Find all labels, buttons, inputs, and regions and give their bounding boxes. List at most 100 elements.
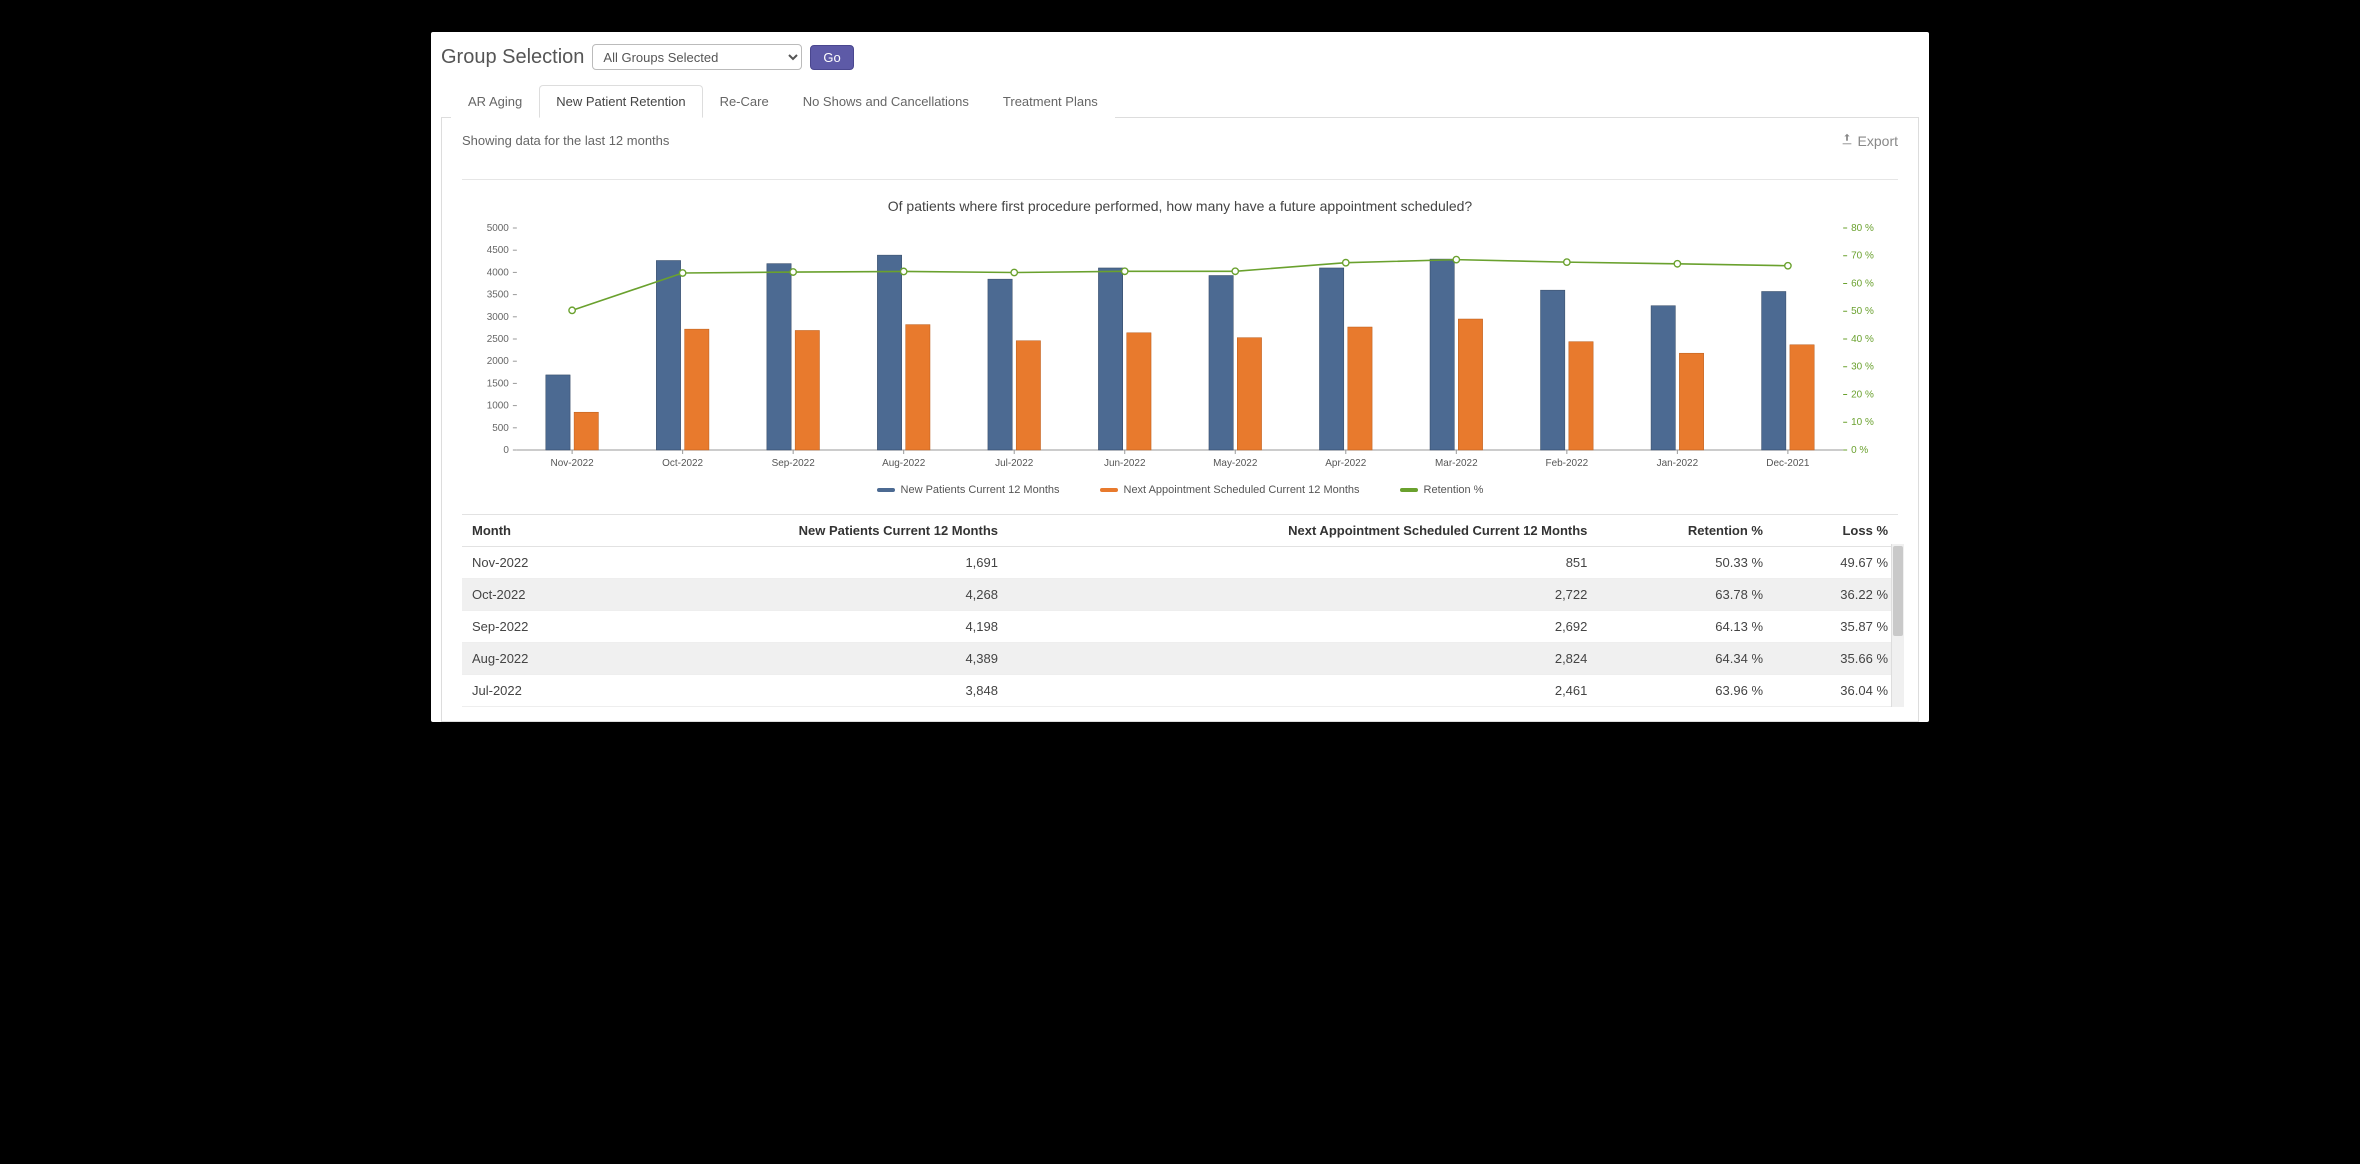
col-next[interactable]: Next Appointment Scheduled Current 12 Mo… bbox=[1008, 515, 1597, 547]
svg-text:Mar-2022: Mar-2022 bbox=[1435, 458, 1478, 469]
table-row: Nov-20221,69185150.33 %49.67 % bbox=[462, 547, 1898, 579]
cell-next: 2,824 bbox=[1008, 643, 1597, 675]
table-row: Aug-20224,3892,82464.34 %35.66 % bbox=[462, 643, 1898, 675]
svg-text:Nov-2022: Nov-2022 bbox=[551, 458, 595, 469]
cell-next: 851 bbox=[1008, 547, 1597, 579]
svg-text:20 %: 20 % bbox=[1851, 389, 1874, 400]
svg-text:60 %: 60 % bbox=[1851, 278, 1874, 289]
export-icon bbox=[1840, 132, 1854, 149]
legend-swatch-new bbox=[877, 488, 895, 492]
export-label: Export bbox=[1858, 133, 1898, 149]
tab-treatment-plans[interactable]: Treatment Plans bbox=[986, 85, 1115, 118]
table-row: Oct-20224,2682,72263.78 %36.22 % bbox=[462, 579, 1898, 611]
svg-text:80 %: 80 % bbox=[1851, 223, 1874, 234]
cell-next: 2,722 bbox=[1008, 579, 1597, 611]
go-button[interactable]: Go bbox=[810, 45, 853, 70]
legend-item-next[interactable]: Next Appointment Scheduled Current 12 Mo… bbox=[1100, 484, 1360, 496]
svg-text:3500: 3500 bbox=[487, 290, 510, 301]
legend-swatch-retention bbox=[1400, 488, 1418, 492]
cell-loss: 36.04 % bbox=[1773, 675, 1898, 707]
table-header-row: Month New Patients Current 12 Months Nex… bbox=[462, 515, 1898, 547]
svg-text:Feb-2022: Feb-2022 bbox=[1546, 458, 1589, 469]
svg-text:4000: 4000 bbox=[487, 267, 510, 278]
cell-month: Jul-2022 bbox=[462, 675, 603, 707]
cell-next: 2,461 bbox=[1008, 675, 1597, 707]
svg-text:Jan-2022: Jan-2022 bbox=[1657, 458, 1699, 469]
cell-new: 1,691 bbox=[603, 547, 1008, 579]
svg-text:10 %: 10 % bbox=[1851, 417, 1874, 428]
app-root: Group Selection All Groups Selected Go A… bbox=[431, 32, 1929, 722]
svg-text:50 %: 50 % bbox=[1851, 306, 1874, 317]
table-row: Sep-20224,1982,69264.13 %35.87 % bbox=[462, 611, 1898, 643]
tab-re-care[interactable]: Re-Care bbox=[703, 85, 786, 118]
svg-text:500: 500 bbox=[492, 423, 509, 434]
svg-text:4500: 4500 bbox=[487, 245, 510, 256]
group-selection-dropdown[interactable]: All Groups Selected bbox=[592, 44, 802, 70]
cell-ret: 63.78 % bbox=[1597, 579, 1773, 611]
chart-legend: New Patients Current 12 Months Next Appo… bbox=[462, 484, 1898, 496]
svg-text:Jul-2022: Jul-2022 bbox=[995, 458, 1034, 469]
cell-loss: 35.87 % bbox=[1773, 611, 1898, 643]
svg-text:1000: 1000 bbox=[487, 401, 510, 412]
retention-chart: 0 500 1000 1500 2000 2500 3000 3500 4000 4500 5000… bbox=[462, 220, 1898, 480]
table-scrollbar[interactable] bbox=[1891, 544, 1904, 707]
svg-text:Apr-2022: Apr-2022 bbox=[1325, 458, 1366, 469]
cell-new: 3,848 bbox=[603, 675, 1008, 707]
cell-next: 2,692 bbox=[1008, 611, 1597, 643]
tab-new-patient-retention[interactable]: New Patient Retention bbox=[539, 85, 702, 118]
cell-ret: 64.34 % bbox=[1597, 643, 1773, 675]
panel-subtitle: Showing data for the last 12 months bbox=[462, 133, 669, 148]
svg-text:Dec-2021: Dec-2021 bbox=[1766, 458, 1810, 469]
svg-text:0 %: 0 % bbox=[1851, 445, 1868, 456]
cell-month: Sep-2022 bbox=[462, 611, 603, 643]
svg-text:1500: 1500 bbox=[487, 378, 510, 389]
svg-text:40 %: 40 % bbox=[1851, 334, 1874, 345]
data-table: Month New Patients Current 12 Months Nex… bbox=[462, 514, 1898, 707]
svg-text:30 %: 30 % bbox=[1851, 362, 1874, 373]
svg-text:Jun-2022: Jun-2022 bbox=[1104, 458, 1146, 469]
cell-ret: 64.13 % bbox=[1597, 611, 1773, 643]
legend-label-next: Next Appointment Scheduled Current 12 Mo… bbox=[1124, 484, 1360, 496]
export-button[interactable]: Export bbox=[1840, 132, 1898, 149]
svg-text:Sep-2022: Sep-2022 bbox=[772, 458, 816, 469]
cell-new: 4,198 bbox=[603, 611, 1008, 643]
chart-title: Of patients where first procedure perfor… bbox=[462, 198, 1898, 214]
tab-no-shows-cancellations[interactable]: No Shows and Cancellations bbox=[786, 85, 986, 118]
svg-text:3000: 3000 bbox=[487, 312, 510, 323]
svg-text:2000: 2000 bbox=[487, 356, 510, 367]
legend-item-new[interactable]: New Patients Current 12 Months bbox=[877, 484, 1060, 496]
report-panel: Showing data for the last 12 months Expo… bbox=[441, 118, 1919, 722]
legend-item-retention[interactable]: Retention % bbox=[1400, 484, 1484, 496]
cell-loss: 36.22 % bbox=[1773, 579, 1898, 611]
data-table-wrap: Month New Patients Current 12 Months Nex… bbox=[462, 514, 1898, 707]
cell-ret: 63.96 % bbox=[1597, 675, 1773, 707]
tab-ar-aging[interactable]: AR Aging bbox=[451, 85, 539, 118]
svg-text:2500: 2500 bbox=[487, 334, 510, 345]
col-loss[interactable]: Loss % bbox=[1773, 515, 1898, 547]
col-new[interactable]: New Patients Current 12 Months bbox=[603, 515, 1008, 547]
svg-text:70 %: 70 % bbox=[1851, 251, 1874, 262]
col-retention[interactable]: Retention % bbox=[1597, 515, 1773, 547]
cell-new: 4,268 bbox=[603, 579, 1008, 611]
cell-month: Oct-2022 bbox=[462, 579, 603, 611]
cell-ret: 50.33 % bbox=[1597, 547, 1773, 579]
svg-text:5000: 5000 bbox=[487, 223, 510, 234]
svg-text:Oct-2022: Oct-2022 bbox=[662, 458, 703, 469]
cell-new: 4,389 bbox=[603, 643, 1008, 675]
table-row: Jul-20223,8482,46163.96 %36.04 % bbox=[462, 675, 1898, 707]
col-month[interactable]: Month bbox=[462, 515, 603, 547]
scrollbar-thumb[interactable] bbox=[1893, 546, 1903, 636]
cell-month: Aug-2022 bbox=[462, 643, 603, 675]
group-selection-bar: Group Selection All Groups Selected Go bbox=[441, 44, 1919, 84]
group-selection-label: Group Selection bbox=[441, 46, 584, 69]
tabstrip: AR Aging New Patient Retention Re-Care N… bbox=[441, 84, 1919, 118]
panel-header: Showing data for the last 12 months Expo… bbox=[462, 132, 1898, 180]
legend-swatch-next bbox=[1100, 488, 1118, 492]
cell-loss: 35.66 % bbox=[1773, 643, 1898, 675]
legend-label-retention: Retention % bbox=[1424, 484, 1484, 496]
legend-label-new: New Patients Current 12 Months bbox=[901, 484, 1060, 496]
svg-text:May-2022: May-2022 bbox=[1213, 458, 1258, 469]
cell-loss: 49.67 % bbox=[1773, 547, 1898, 579]
svg-text:Aug-2022: Aug-2022 bbox=[882, 458, 926, 469]
svg-text:0: 0 bbox=[503, 445, 509, 456]
